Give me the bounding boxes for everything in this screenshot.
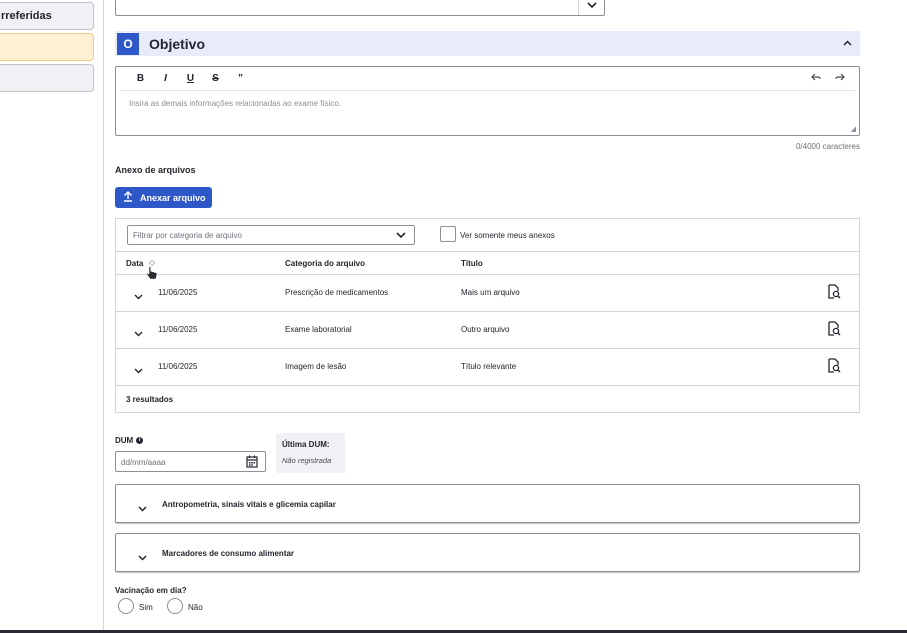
row-date: 11/06/2025	[158, 325, 198, 334]
objetivo-letter-badge: O	[117, 32, 139, 55]
attachments-title: Anexo de arquivos	[115, 165, 196, 175]
history-controls	[811, 72, 845, 84]
only-mine-checkbox[interactable]	[440, 226, 456, 242]
row-category: Imagem de lesão	[285, 362, 347, 371]
attachments-table: Filtrar por categoria de arquivo Ver som…	[115, 218, 860, 413]
column-header-category: Categoria do arquivo	[285, 259, 366, 268]
objetivo-header[interactable]: O Objetivo	[115, 31, 860, 56]
view-document-icon[interactable]	[827, 284, 841, 304]
antropometria-label: Antropometria, sinais vitais e glicemia …	[162, 500, 336, 509]
redo-icon[interactable]	[835, 72, 845, 84]
chevron-down-icon[interactable]	[134, 287, 143, 305]
bold-button[interactable]: B	[128, 73, 153, 84]
last-dum-panel: Última DUM: Não registrada	[276, 433, 345, 473]
radio-sim-label: Sim	[139, 603, 153, 612]
column-header-date[interactable]: Data	[126, 259, 143, 268]
chevron-down-icon	[578, 0, 604, 15]
row-category: Prescrição de medicamentos	[285, 288, 389, 297]
date-placeholder: dd/mm/aaaa	[121, 458, 166, 467]
resize-handle-icon[interactable]: ◢	[851, 125, 856, 133]
last-dum-title: Última DUM:	[282, 440, 330, 449]
chevron-down-icon	[138, 499, 147, 517]
row-title: Outro arquivo	[461, 325, 510, 334]
sidebar: rreferidas	[0, 0, 104, 633]
column-header-title: Título	[461, 259, 483, 268]
italic-button[interactable]: I	[153, 73, 178, 84]
last-dum-value: Não registrada	[282, 456, 332, 465]
quote-button[interactable]: ”	[228, 73, 253, 84]
chevron-up-icon[interactable]	[843, 37, 852, 49]
info-icon[interactable]: i	[136, 437, 144, 444]
strikethrough-button[interactable]: S	[203, 73, 228, 84]
undo-icon[interactable]	[811, 72, 821, 84]
character-counter: 0/4000 caracteres	[795, 142, 860, 151]
view-document-icon[interactable]	[827, 358, 841, 378]
table-header: Data ◇ Categoria do arquivo Título	[116, 251, 859, 280]
editor-placeholder: Insira as demais informações relacionada…	[129, 99, 342, 108]
calendar-icon[interactable]	[246, 455, 258, 473]
chevron-down-icon	[138, 548, 147, 566]
view-document-icon[interactable]	[827, 321, 841, 341]
sidebar-item-selected[interactable]	[0, 33, 94, 61]
page: rreferidas O Objetivo B I U S ” Insira a…	[0, 0, 907, 633]
radio-nao-label: Não	[188, 603, 203, 612]
row-category: Exame laboratorial	[285, 325, 352, 334]
row-title: Mais um arquivo	[461, 288, 520, 297]
marcadores-label: Marcadores de consumo alimentar	[162, 549, 295, 558]
editor-toolbar: B I U S ”	[120, 67, 855, 91]
row-date: 11/06/2025	[158, 288, 198, 297]
top-select[interactable]	[115, 0, 605, 16]
marcadores-section[interactable]: Marcadores de consumo alimentar	[115, 533, 860, 572]
category-filter-select[interactable]: Filtrar por categoria de arquivo	[127, 225, 415, 245]
rich-text-editor[interactable]: B I U S ” Insira as demais informações r…	[115, 66, 860, 136]
chevron-down-icon[interactable]	[134, 361, 143, 379]
table-row[interactable]: 11/06/2025 Prescrição de medicamentos Ma…	[116, 275, 859, 312]
radio-sim[interactable]	[118, 598, 134, 614]
results-count: 3 resultados	[126, 395, 174, 404]
underline-button[interactable]: U	[178, 73, 203, 84]
objetivo-title: Objetivo	[149, 35, 206, 52]
sidebar-item[interactable]	[0, 64, 94, 92]
upload-icon	[123, 191, 133, 204]
attach-file-label: Anexar arquivo	[140, 192, 206, 203]
row-date: 11/06/2025	[158, 362, 198, 371]
only-mine-label: Ver somente meus anexos	[460, 231, 555, 240]
radio-nao[interactable]	[167, 598, 183, 614]
dum-label: DUM	[115, 436, 134, 445]
vaccination-question: Vacinação em dia?	[115, 586, 187, 595]
chevron-down-icon[interactable]	[134, 324, 143, 342]
table-row[interactable]: 11/06/2025 Imagem de lesão Título releva…	[116, 349, 859, 386]
chevron-down-icon	[388, 226, 414, 244]
sidebar-item-referidas[interactable]: rreferidas	[0, 2, 94, 30]
filter-placeholder: Filtrar por categoria de arquivo	[133, 231, 242, 240]
table-row[interactable]: 11/06/2025 Exame laboratorial Outro arqu…	[116, 312, 859, 349]
row-title: Título relevante	[461, 362, 517, 371]
dum-date-input[interactable]: dd/mm/aaaa	[115, 451, 266, 472]
antropometria-section[interactable]: Antropometria, sinais vitais e glicemia …	[115, 484, 860, 523]
dum-label-wrap: DUM i	[115, 436, 144, 445]
attach-file-button[interactable]: Anexar arquivo	[115, 187, 212, 208]
